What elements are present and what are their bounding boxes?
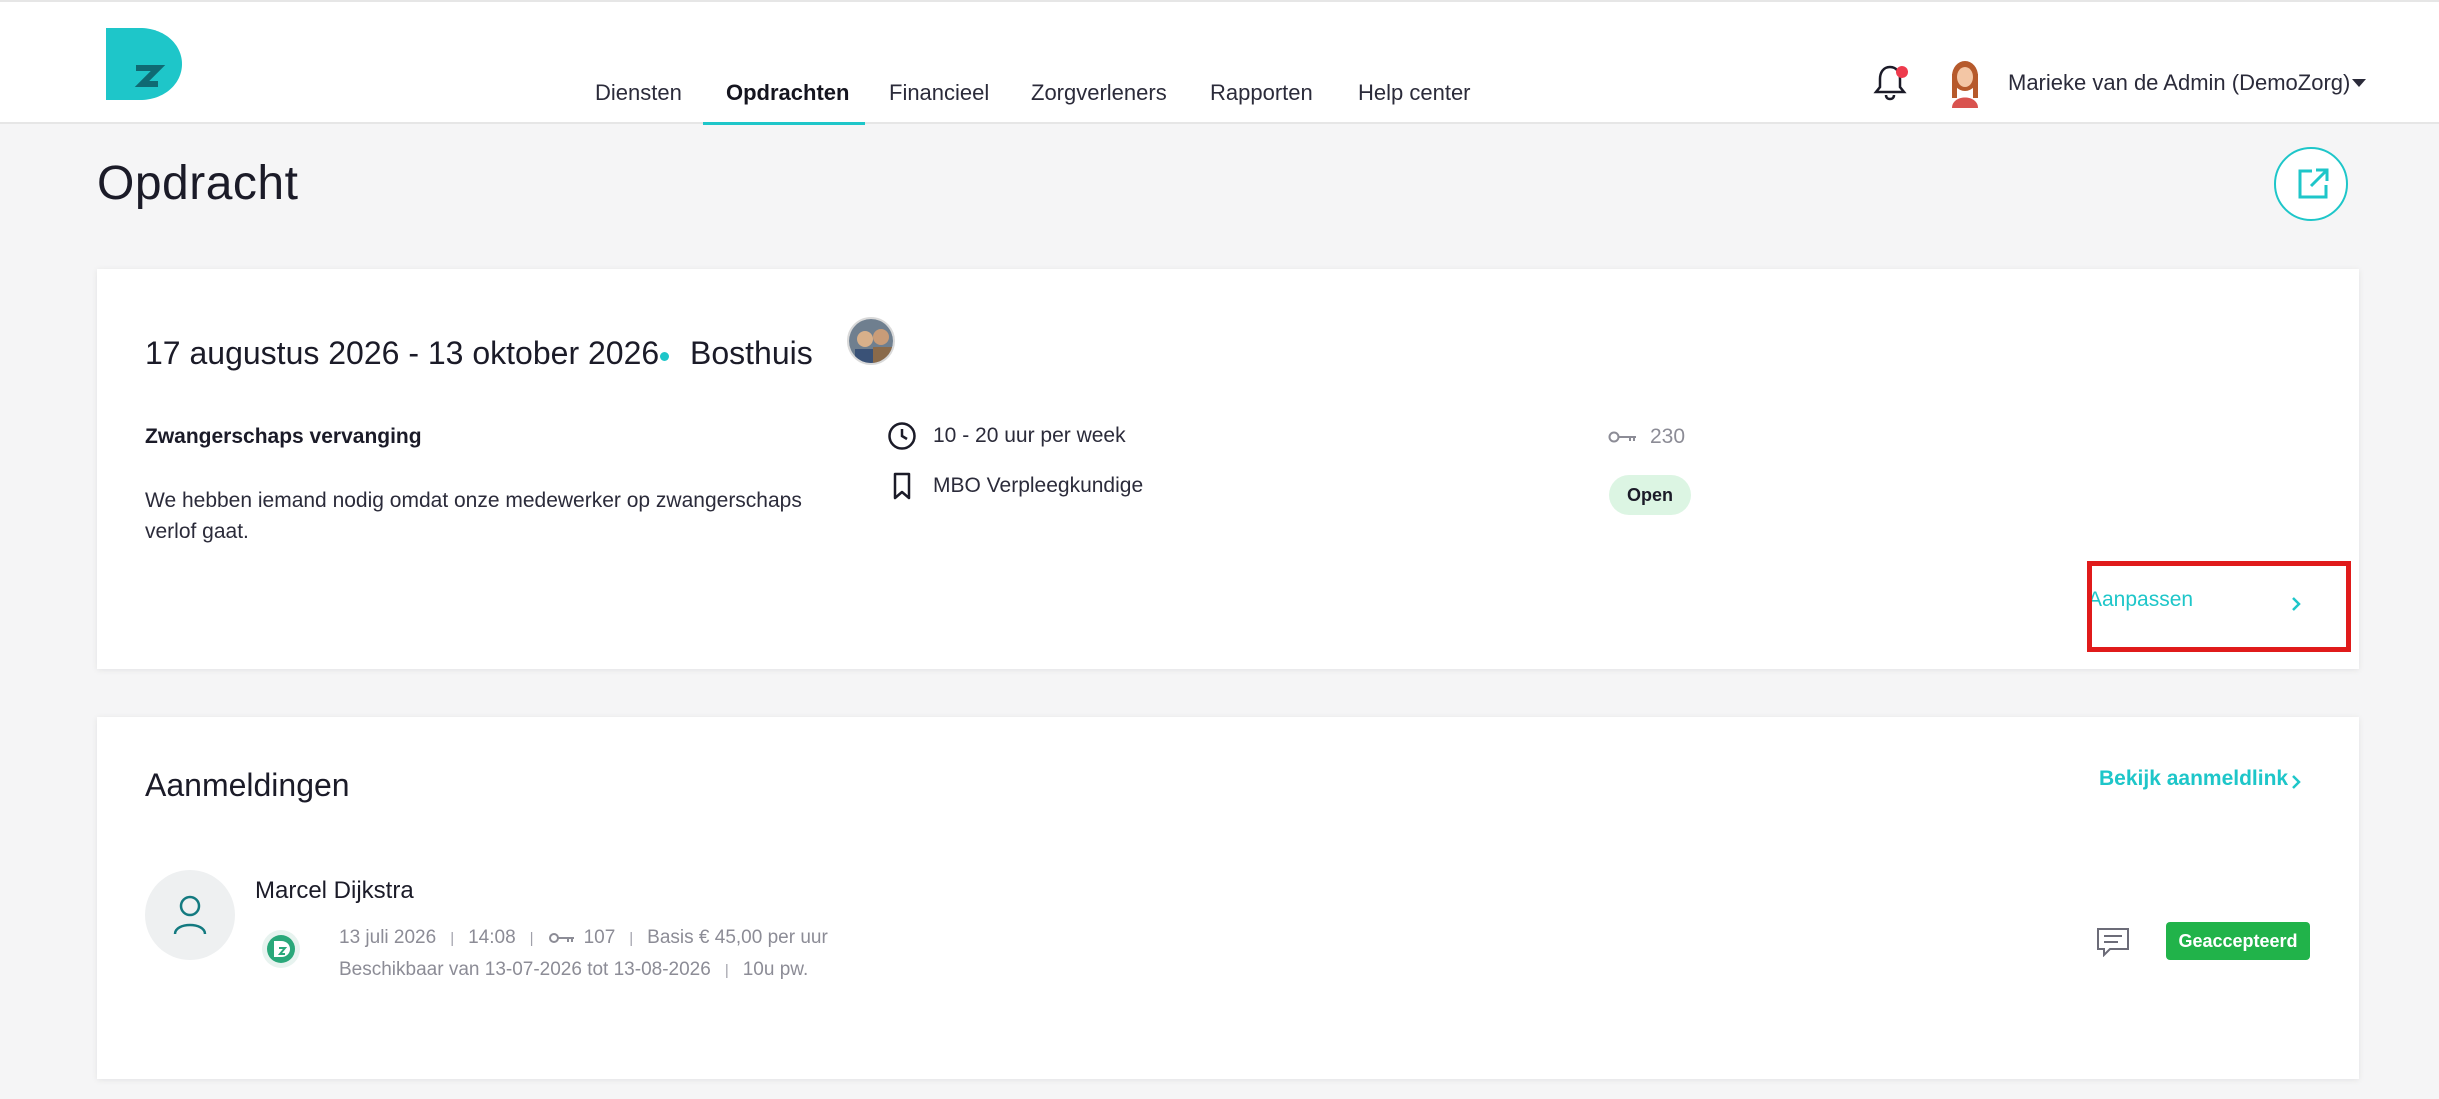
- applicant-availability: Beschikbaar van 13-07-2026 tot 13-08-202…: [339, 959, 711, 980]
- nav-item-rapporten[interactable]: Rapporten: [1210, 80, 1313, 106]
- status-badge: Open: [1609, 475, 1691, 515]
- user-icon: [173, 895, 207, 935]
- applications-card: Aanmeldingen Bekijk aanmeldlink Marcel D…: [97, 717, 2359, 1079]
- job-id: 230: [1650, 425, 1686, 448]
- platform-source-icon: [262, 930, 300, 968]
- divider: |: [529, 929, 534, 947]
- job-description: We hebben iemand nodig omdat onze medewe…: [145, 489, 802, 543]
- nav-item-opdrachten[interactable]: Opdrachten: [726, 80, 849, 106]
- chevron-down-icon[interactable]: [2352, 79, 2366, 87]
- message-icon[interactable]: [2096, 927, 2130, 957]
- separator-dot: [660, 352, 669, 361]
- status-badge: Geaccepteerd: [2166, 922, 2310, 960]
- view-application-link[interactable]: Bekijk aanmeldlink: [2099, 767, 2288, 791]
- job-id-row: 230: [1608, 425, 1685, 449]
- highlight-box: [2087, 561, 2351, 652]
- nav-item-financieel[interactable]: Financieel: [889, 80, 989, 106]
- notification-dot: [1896, 66, 1908, 78]
- job-location: Bosthuis: [690, 335, 813, 371]
- applicant-avatar: [145, 870, 235, 960]
- job-details-card: 17 augustus 2026 - 13 oktober 2026 Bosth…: [97, 269, 2359, 669]
- job-date-range: 17 augustus 2026 - 13 oktober 2026: [145, 335, 660, 371]
- applications-title: Aanmeldingen: [145, 767, 350, 803]
- key-icon: [1608, 431, 1636, 443]
- clock-icon: [888, 422, 916, 450]
- page-title: Opdracht: [97, 157, 299, 210]
- nav-item-diensten[interactable]: Diensten: [595, 80, 682, 106]
- job-role: MBO Verpleegkundige: [933, 474, 1144, 497]
- job-hours-row: 10 - 20 uur per week: [887, 421, 1126, 451]
- bookmark-icon: [893, 472, 911, 500]
- divider: |: [724, 961, 729, 979]
- divider: |: [629, 929, 634, 947]
- applicant-availability-row: Beschikbaar van 13-07-2026 tot 13-08-202…: [339, 959, 808, 981]
- company-logo[interactable]: [106, 28, 182, 100]
- chevron-right-icon[interactable]: [2290, 773, 2302, 791]
- external-link-icon: [2298, 168, 2329, 199]
- job-role-row: MBO Verpleegkundige: [887, 471, 1143, 501]
- active-tab-indicator: [703, 122, 865, 125]
- divider: |: [450, 929, 455, 947]
- applicant-meta-row: 13 juli 2026 | 14:08 | 107 | Basis € 45,…: [339, 927, 828, 949]
- applicant-id: 107: [583, 927, 616, 948]
- open-external-button[interactable]: [2274, 147, 2348, 221]
- job-hours: 10 - 20 uur per week: [933, 424, 1126, 447]
- top-navigation-bar: Diensten Opdrachten Financieel Zorgverle…: [0, 0, 2439, 125]
- user-avatar[interactable]: [1946, 60, 1984, 108]
- application-time: 14:08: [468, 927, 516, 948]
- user-name[interactable]: Marieke van de Admin (DemoZorg): [2008, 70, 2350, 96]
- applicant-hours: 10u pw.: [742, 959, 809, 980]
- applicant-rate: Basis € 45,00 per uur: [647, 927, 828, 948]
- job-type: Zwangerschaps vervanging: [145, 425, 422, 448]
- nav-item-zorgverleners[interactable]: Zorgverleners: [1031, 80, 1167, 106]
- applicant-name[interactable]: Marcel Dijkstra: [255, 877, 414, 905]
- location-avatar: [847, 317, 895, 365]
- nav-item-help-center[interactable]: Help center: [1358, 80, 1471, 106]
- application-date: 13 juli 2026: [339, 927, 437, 948]
- key-icon: [548, 933, 574, 943]
